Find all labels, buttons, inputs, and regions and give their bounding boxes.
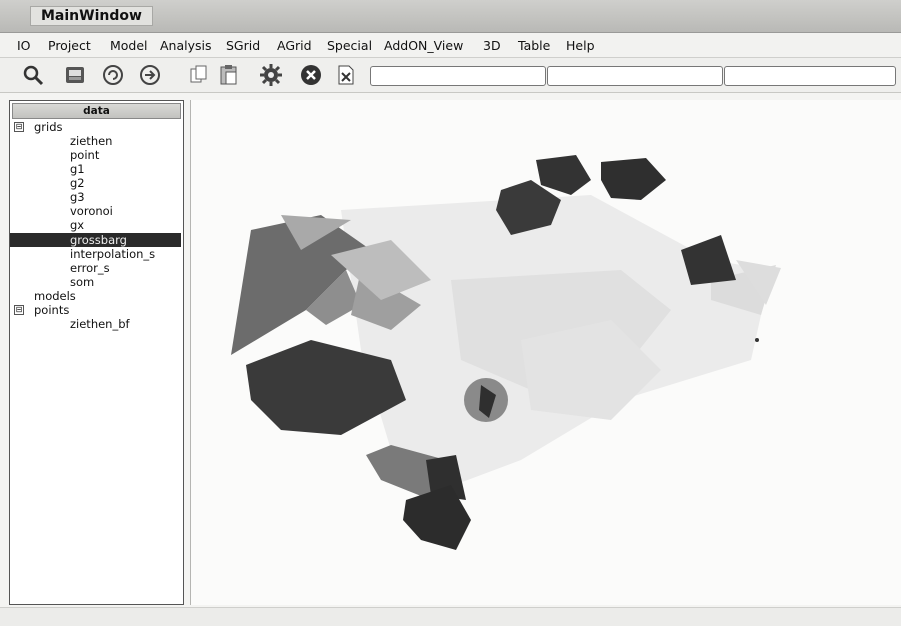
menu-help[interactable]: Help bbox=[566, 38, 595, 53]
toolbar bbox=[0, 58, 901, 93]
copy-icon[interactable] bbox=[186, 62, 212, 88]
tree-item-label: g2 bbox=[70, 176, 85, 190]
tree-item-ziethen-bf[interactable]: ziethen_bf bbox=[10, 317, 181, 331]
tree-item-label: interpolation_s bbox=[70, 247, 156, 261]
toolbar-field-1[interactable] bbox=[370, 66, 546, 86]
menu-3d[interactable]: 3D bbox=[483, 38, 501, 53]
collapse-icon[interactable]: ⊟ bbox=[14, 305, 24, 315]
menu-addon-view[interactable]: AddON_View bbox=[384, 38, 463, 53]
window-titlebar: MainWindow bbox=[0, 0, 901, 33]
menu-agrid[interactable]: AGrid bbox=[277, 38, 312, 53]
collapse-icon[interactable]: ⊟ bbox=[14, 122, 24, 132]
tree-item-label: gx bbox=[70, 218, 85, 232]
toolbar-field-3[interactable] bbox=[724, 66, 896, 86]
view-icon[interactable] bbox=[62, 62, 88, 88]
panel-header: data bbox=[12, 103, 181, 119]
data-panel: data ⊟ grids ziethen point g1 g2 g3 voro… bbox=[9, 100, 184, 605]
window-title: MainWindow bbox=[30, 6, 153, 26]
tree-item-g3[interactable]: g3 bbox=[10, 190, 181, 204]
map-canvas[interactable] bbox=[190, 100, 901, 605]
tree-item-ziethen[interactable]: ziethen bbox=[10, 134, 181, 148]
tree-item-label: grossbarg bbox=[70, 233, 127, 247]
tree-item-label: point bbox=[70, 148, 100, 162]
tree-item-label: g3 bbox=[70, 190, 85, 204]
tree-item-points[interactable]: ⊟ points bbox=[10, 303, 181, 317]
tree-item-g1[interactable]: g1 bbox=[10, 162, 181, 176]
tree-item-label: ziethen_bf bbox=[70, 317, 130, 331]
tree-item-label: som bbox=[70, 275, 95, 289]
tree-item-g2[interactable]: g2 bbox=[10, 176, 181, 190]
menu-model[interactable]: Model bbox=[110, 38, 148, 53]
refresh-icon[interactable] bbox=[100, 62, 126, 88]
menu-analysis[interactable]: Analysis bbox=[160, 38, 212, 53]
menu-table[interactable]: Table bbox=[518, 38, 550, 53]
forward-icon[interactable] bbox=[137, 62, 163, 88]
toolbar-field-2[interactable] bbox=[547, 66, 723, 86]
tree-item-grossbarg[interactable]: grossbarg bbox=[10, 233, 181, 247]
tree-item-label: ziethen bbox=[70, 134, 113, 148]
tree-item-gx[interactable]: gx bbox=[10, 218, 181, 232]
menu-io[interactable]: IO bbox=[17, 38, 31, 53]
tree-item-label: error_s bbox=[70, 261, 110, 275]
tree-item-grids[interactable]: ⊟ grids bbox=[10, 120, 181, 134]
tree-item-error-s[interactable]: error_s bbox=[10, 261, 181, 275]
tree-item-label: g1 bbox=[70, 162, 85, 176]
menu-special[interactable]: Special bbox=[327, 38, 372, 53]
tree-item-label: grids bbox=[34, 120, 63, 134]
tree-item-label: models bbox=[34, 289, 76, 303]
tree-item-voronoi[interactable]: voronoi bbox=[10, 204, 181, 218]
status-bar bbox=[0, 607, 901, 626]
stop-icon[interactable] bbox=[298, 62, 324, 88]
menu-project[interactable]: Project bbox=[48, 38, 91, 53]
tree-item-label: points bbox=[34, 303, 70, 317]
menu-sgrid[interactable]: SGrid bbox=[226, 38, 260, 53]
menu-bar: IO Project Model Analysis SGrid AGrid Sp… bbox=[0, 33, 901, 58]
tree-item-point[interactable]: point bbox=[10, 148, 181, 162]
tree-item-interpolation-s[interactable]: interpolation_s bbox=[10, 247, 181, 261]
tree-item-som[interactable]: som bbox=[10, 275, 181, 289]
settings-gear-icon[interactable] bbox=[258, 62, 284, 88]
close-document-icon[interactable] bbox=[333, 62, 359, 88]
grid-map bbox=[231, 155, 781, 550]
tree-item-models[interactable]: models bbox=[10, 289, 181, 303]
zoom-icon[interactable] bbox=[20, 62, 46, 88]
tree-item-label: voronoi bbox=[70, 204, 113, 218]
paste-icon[interactable] bbox=[216, 62, 242, 88]
